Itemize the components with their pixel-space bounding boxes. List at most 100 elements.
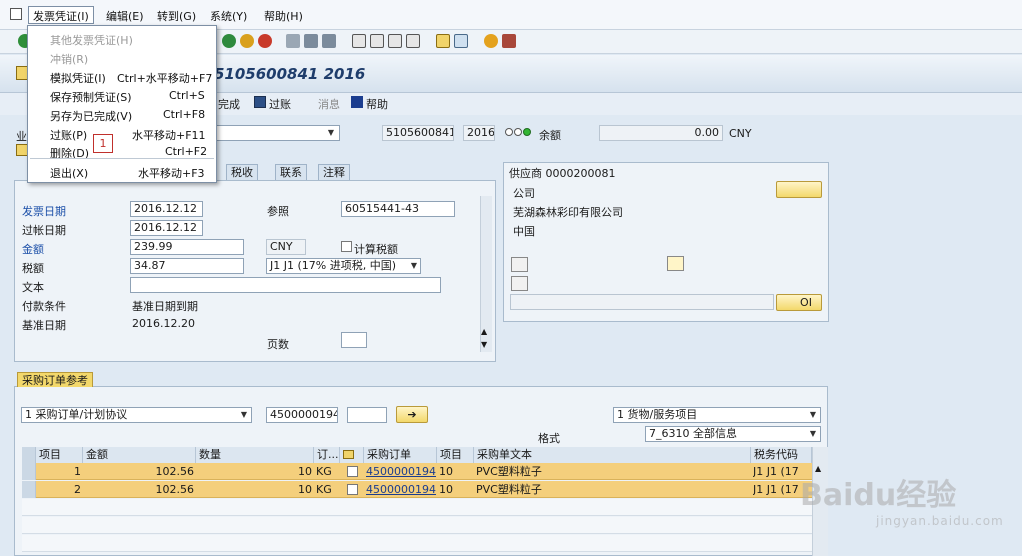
new-session-icon[interactable] [436,34,450,48]
phone-icon[interactable] [511,257,528,272]
menu-item-other-invoice[interactable]: 其他发票凭证(H) [50,32,133,48]
po-item-field[interactable] [347,407,387,423]
help-icon[interactable] [484,34,498,48]
col-po-item[interactable]: 项目 [437,447,474,463]
shortcut-exit: 水平移动+F3 [138,167,205,180]
tax-field[interactable]: 34.87 [130,258,244,274]
chevron-down-icon: ▼ [240,410,248,419]
row-po-item: 10 [439,465,453,478]
row-po-link[interactable]: 4500000194 [366,481,436,498]
text-field[interactable] [130,277,441,293]
reference-type-select[interactable]: 1 采购订单/计划协议 [21,407,252,423]
find-icon[interactable] [304,34,318,48]
scroll-down-icon[interactable]: ▼ [481,340,487,349]
reference-field[interactable]: 60515441-43 [341,201,455,217]
table-row[interactable] [22,499,812,516]
exit-icon[interactable] [240,34,254,48]
cancel-icon[interactable] [258,34,272,48]
menu-item-save-parked[interactable]: 保存预制凭证(S) [50,89,132,105]
transfer-button[interactable]: ➔ [396,406,428,423]
menu-item-simulate[interactable]: 模拟凭证(I) [50,70,106,86]
row-selector[interactable] [22,463,36,480]
doc-number-field: 5105600841 [382,125,454,141]
row-checkbox[interactable] [347,484,358,495]
amount-label: 金额 [22,243,44,256]
menu-item-reverse[interactable]: 冲销(R) [50,51,88,67]
previous-page-icon[interactable] [370,34,384,48]
col-po-text[interactable]: 采购单文本 [474,447,751,463]
grid-corner[interactable] [22,447,36,463]
row-po-link[interactable]: 4500000194 [366,463,436,480]
chevron-down-icon: ▼ [410,261,418,270]
tab-tax[interactable]: 税收 [226,164,258,180]
first-page-icon[interactable] [352,34,366,48]
balance-label: 余额 [539,129,561,142]
menu-item-save-complete[interactable]: 另存为已完成(V) [50,108,132,124]
open-items-button[interactable]: OI [776,294,822,311]
row-checkbox[interactable] [347,466,358,477]
pages-field[interactable] [341,332,367,348]
row-selector[interactable] [22,481,36,498]
next-page-icon[interactable] [388,34,402,48]
print-icon[interactable] [286,34,300,48]
complete-button[interactable]: 完成 [218,96,240,112]
printer-icon[interactable] [667,256,684,271]
po-number-field[interactable]: 4500000194 [266,407,338,423]
tab-contact[interactable]: 联系 [275,164,307,180]
company-detail-button[interactable] [776,181,822,198]
table-row[interactable] [22,517,812,534]
post-button[interactable]: 过账 [269,96,291,112]
invoice-date-field[interactable]: 2016.12.12 [130,201,203,217]
col-po[interactable]: 采购订单 [364,447,437,463]
menu-invoice-document[interactable]: 发票凭证(I) [28,6,94,24]
item-type-select[interactable]: 1 货物/服务项目 [613,407,821,423]
menu-item-exit[interactable]: 退出(X) [50,165,88,181]
calc-tax-checkbox[interactable] [341,241,352,252]
scroll-up-icon[interactable]: ▲ [481,327,487,336]
message-button[interactable]: 消息 [318,96,340,112]
col-order-unit[interactable]: 订... [314,447,340,463]
tax-code-select[interactable]: J1 J1 (17% 进项税, 中国) [266,258,421,274]
row-item: 1 [74,465,81,478]
calc-tax-label: 计算税额 [354,243,398,256]
help-button[interactable]: 帮助 [366,96,388,112]
find-next-icon[interactable] [322,34,336,48]
year-field: 2016 [463,125,495,141]
chevron-down-icon: ▼ [809,410,817,419]
chevron-down-icon: ▼ [327,128,335,137]
posting-date-label: 过帐日期 [22,224,66,237]
row-po-text: PVC塑料粒子 [476,483,542,496]
col-tax-code[interactable]: 税务代码 [751,447,812,463]
layout-icon[interactable] [502,34,516,48]
layout-label: 格式 [538,432,560,445]
payment-terms-value: 基准日期到期 [132,300,198,313]
row-amount: 102.56 [155,483,195,496]
tab-po-reference[interactable]: 采购订单参考 [17,372,93,387]
amount-field[interactable]: 239.99 [130,239,244,255]
row-quantity: 10 [298,465,312,478]
tab-note[interactable]: 注释 [318,164,350,180]
menu-help[interactable]: 帮助(H) [264,8,303,24]
layout-select[interactable]: 7_6310 全部信息 [645,426,821,442]
col-item[interactable]: 项目 [36,447,83,463]
row-unit: KG [316,465,332,478]
fax-icon[interactable] [511,276,528,291]
shortcut-save-complete: Ctrl+F8 [163,108,206,121]
annotation-marker: 1 [93,134,113,153]
window-menu-icon[interactable] [10,8,22,20]
watermark-brand: Baidu经验 [800,478,957,513]
menu-item-post[interactable]: 过账(P) [50,127,87,143]
col-select-icon[interactable] [340,447,364,463]
col-amount[interactable]: 金额 [83,447,196,463]
back-icon[interactable] [222,34,236,48]
table-row[interactable] [22,535,812,552]
baseline-date-value: 2016.12.20 [132,317,195,330]
menu-system[interactable]: 系统(Y) [210,8,247,24]
menu-goto[interactable]: 转到(G) [157,8,196,24]
last-page-icon[interactable] [406,34,420,48]
col-quantity[interactable]: 数量 [196,447,314,463]
vendor-name: 芜湖森林彩印有限公司 [513,206,623,219]
menu-edit[interactable]: 编辑(E) [106,8,144,24]
shortcut-icon[interactable] [454,34,468,48]
posting-date-field[interactable]: 2016.12.12 [130,220,203,236]
